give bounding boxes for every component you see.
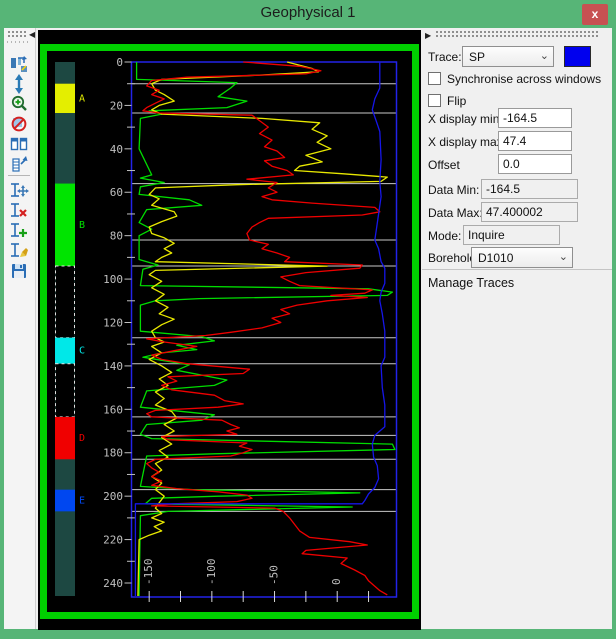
depth-scale-icon[interactable] bbox=[9, 154, 31, 174]
toolbar-grip[interactable] bbox=[8, 31, 26, 37]
no-zoom-icon[interactable] bbox=[9, 114, 31, 134]
window-title: Geophysical 1 bbox=[0, 4, 616, 21]
depth-tick-label: 160 bbox=[103, 403, 123, 416]
borehole-select-value: D1010 bbox=[478, 251, 513, 265]
panel-separator bbox=[422, 269, 612, 270]
depth-tick-label: 0 bbox=[116, 56, 123, 69]
depth-tick-label: 140 bbox=[103, 360, 123, 373]
green-log bbox=[137, 62, 395, 596]
depth-tick-label: 240 bbox=[103, 577, 123, 590]
lithology-block bbox=[55, 184, 75, 266]
flip-checkbox[interactable] bbox=[428, 94, 441, 107]
mode-value: Inquire bbox=[463, 225, 560, 245]
move-trace-icon[interactable] bbox=[9, 181, 31, 201]
trace-color-swatch[interactable] bbox=[564, 46, 591, 67]
x-tick-label: -50 bbox=[268, 565, 281, 585]
lithology-label: C bbox=[79, 346, 85, 357]
add-trace-icon[interactable] bbox=[9, 221, 31, 241]
x-display-min-input[interactable]: -164.5 bbox=[498, 108, 572, 128]
synchronise-label: Synchronise across windows bbox=[447, 72, 601, 86]
depth-tick-label: 20 bbox=[110, 99, 123, 112]
synchronise-checkbox[interactable] bbox=[428, 72, 441, 85]
pan-copy-icon[interactable] bbox=[9, 54, 31, 74]
panel-expand-arrow-icon[interactable]: ▶ bbox=[425, 32, 431, 40]
left-toolbar: ◀ bbox=[4, 28, 36, 629]
data-max-value: 47.400002 bbox=[481, 202, 578, 222]
panel-grip[interactable] bbox=[436, 31, 598, 37]
x-tick-label: -150 bbox=[142, 559, 155, 586]
lithology-block bbox=[55, 84, 75, 113]
lithology-block bbox=[55, 417, 75, 459]
tile-windows-icon[interactable] bbox=[9, 134, 31, 154]
offset-input[interactable]: 0.0 bbox=[498, 154, 572, 174]
depth-tick-label: 200 bbox=[103, 490, 123, 503]
manage-traces-link[interactable]: Manage Traces bbox=[428, 276, 514, 290]
client-area: ◀ bbox=[4, 28, 612, 629]
depth-tick-label: 60 bbox=[110, 186, 123, 199]
data-min-value: -164.5 bbox=[481, 179, 578, 199]
depth-tick-label: 40 bbox=[110, 143, 123, 156]
depth-tick-label: 180 bbox=[103, 447, 123, 460]
plot-green-frame bbox=[44, 48, 416, 616]
lithology-block bbox=[55, 338, 75, 364]
data-min-label: Data Min: bbox=[428, 183, 479, 197]
lithology-block-dashed bbox=[56, 364, 75, 417]
depth-tick-label: 80 bbox=[110, 230, 123, 243]
x-tick-label: -100 bbox=[205, 559, 218, 586]
lithology-label: B bbox=[79, 220, 85, 231]
x-display-min-label: X display min bbox=[428, 112, 499, 126]
zoom-in-icon[interactable] bbox=[9, 94, 31, 114]
edit-trace-icon[interactable] bbox=[9, 241, 31, 261]
flip-label: Flip bbox=[447, 94, 466, 108]
data-max-label: Data Max: bbox=[428, 206, 483, 220]
lithology-label: A bbox=[79, 93, 85, 104]
trace-label: Trace: bbox=[428, 50, 462, 64]
mode-label: Mode: bbox=[428, 229, 461, 243]
plot-axis-frame bbox=[132, 62, 397, 597]
log-plot: A B C D E 0 20 40 60 80 100 120 140 160 180 200 220 240 -1… bbox=[38, 30, 421, 630]
depth-tick-label: 120 bbox=[103, 316, 123, 329]
lithology-block-dashed bbox=[56, 266, 75, 338]
lithology-label: D bbox=[79, 433, 85, 444]
depth-tick-label: 220 bbox=[103, 534, 123, 547]
x-display-max-label: X display max bbox=[428, 135, 503, 149]
x-tick-label: 0 bbox=[330, 578, 343, 585]
save-icon[interactable] bbox=[9, 261, 31, 281]
borehole-select[interactable]: D1010 ⌄ bbox=[471, 247, 573, 268]
geophysical-window: Geophysical 1 x ◀ bbox=[0, 0, 616, 639]
lithology-block bbox=[55, 490, 75, 512]
trace-select-value: SP bbox=[469, 50, 485, 64]
trace-panel: ▶ Trace: SP ⌄ Synchronise across windows… bbox=[422, 28, 612, 629]
red-log bbox=[143, 62, 387, 595]
delete-trace-icon[interactable] bbox=[9, 201, 31, 221]
log-plot-widget[interactable]: A B C D E 0 20 40 60 80 100 120 140 160 180 200 220 240 -1… bbox=[38, 30, 421, 630]
toolbar-separator bbox=[8, 175, 30, 176]
blue-log bbox=[135, 62, 384, 596]
trace-select[interactable]: SP ⌄ bbox=[462, 46, 554, 67]
offset-label: Offset bbox=[428, 158, 460, 172]
lithology-label: E bbox=[79, 496, 85, 507]
toolbar-drag-handle[interactable] bbox=[7, 41, 29, 43]
x-display-max-input[interactable]: 47.4 bbox=[498, 131, 572, 151]
depth-tick-label: 100 bbox=[103, 273, 123, 286]
toolbar-collapse-arrow-icon[interactable]: ◀ bbox=[29, 31, 35, 39]
chevron-down-icon: ⌄ bbox=[559, 250, 568, 263]
yellow-log bbox=[138, 62, 387, 596]
chevron-down-icon: ⌄ bbox=[540, 49, 549, 62]
fit-vertical-icon[interactable] bbox=[9, 74, 31, 94]
titlebar[interactable]: Geophysical 1 x bbox=[0, 0, 616, 28]
close-button[interactable]: x bbox=[582, 4, 608, 25]
